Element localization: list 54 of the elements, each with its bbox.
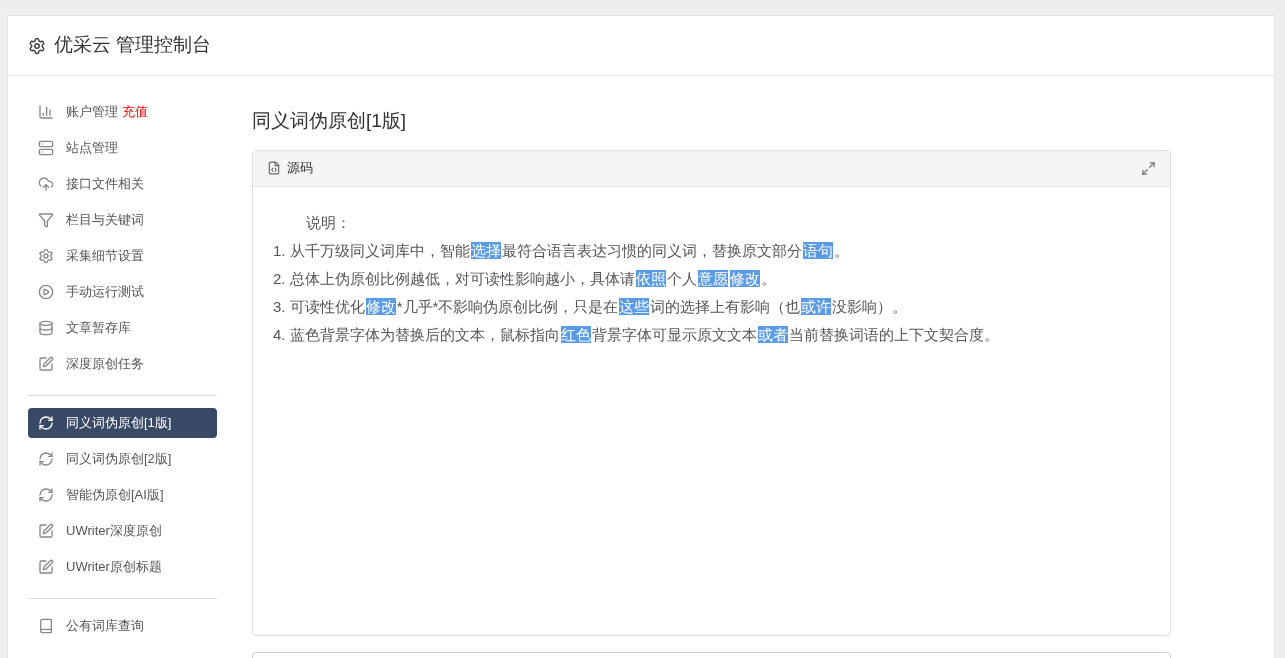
sidebar-item[interactable]: 账户管理 充值 [28, 97, 217, 127]
sidebar-label: 文章暂存库 [66, 319, 131, 338]
book-icon [38, 618, 54, 634]
sidebar-item[interactable]: UWriter原创标题 [28, 552, 217, 582]
refresh-icon [38, 487, 54, 503]
edit-icon [38, 356, 54, 372]
refresh-icon [38, 415, 54, 431]
filter-icon [38, 212, 54, 228]
panel-title: 源码 [287, 159, 313, 178]
sidebar-item[interactable]: 深度原创任务 [28, 349, 217, 379]
sidebar-label: 站点管理 [66, 139, 118, 158]
sidebar-label: UWriter原创标题 [66, 558, 162, 577]
play-icon [38, 284, 54, 300]
edit-icon [38, 523, 54, 539]
sidebar-item[interactable]: 接口文件相关 [28, 169, 217, 199]
sidebar-item[interactable]: 站点管理 [28, 133, 217, 163]
sidebar-item[interactable]: UWriter深度原创 [28, 516, 217, 546]
sidebar-item[interactable]: 公有词库查询 [28, 611, 217, 641]
console-title: 优采云 管理控制台 [54, 33, 212, 58]
gear-icon [38, 248, 54, 264]
description-line: 2. 总体上伪原创比例越低，对可读性影响越小，具体请依照个人意愿修改。 [273, 268, 776, 289]
description-line: 4. 蓝色背景字体为替换后的文本，鼠标指向红色背景字体可显示原文文本或者当前替换词语的上下文契合度。 [273, 324, 999, 345]
sidebar-label: 智能伪原创[AI版] [66, 486, 164, 505]
description-heading: 说明： [305, 212, 351, 233]
page-title: 同义词伪原创[1版] [252, 109, 408, 133]
sidebar-label: 同义词伪原创[2版] [66, 450, 172, 469]
sidebar-item[interactable]: 采集细节设置 [28, 241, 217, 271]
cloud-upload-icon [38, 176, 54, 192]
sidebar-label: 栏目与关键词 [66, 211, 144, 230]
sidebar-item[interactable]: 栏目与关键词 [28, 205, 217, 235]
recharge-link[interactable]: 充值 [122, 102, 148, 122]
sidebar-label: UWriter深度原创 [66, 522, 162, 541]
sidebar-label: 手动运行测试 [66, 283, 144, 302]
sidebar-label: 深度原创任务 [66, 355, 144, 374]
sidebar-label: 公有词库查询 [66, 617, 144, 636]
settings-icon [28, 36, 46, 55]
expand-icon[interactable] [1141, 160, 1156, 176]
sidebar-item[interactable]: 手动运行测试 [28, 277, 217, 307]
sidebar-item[interactable]: 同义词伪原创[1版] [28, 408, 217, 438]
description-line: 1. 从千万级同义词库中，智能选择最符合语言表达习惯的同义词，替换原文部分语句。 [273, 240, 849, 261]
sidebar-label: 采集细节设置 [66, 247, 144, 266]
database-icon [38, 320, 54, 336]
sidebar-item[interactable]: 同义词伪原创[2版] [28, 444, 217, 474]
refresh-icon [38, 451, 54, 467]
sidebar-label: 接口文件相关 [66, 175, 144, 194]
server-icon [38, 140, 54, 156]
sidebar-item[interactable]: 智能伪原创[AI版] [28, 480, 217, 510]
sidebar-item[interactable]: 文章暂存库 [28, 313, 217, 343]
description-line: 3. 可读性优化修改*几乎*不影响伪原创比例，只是在这些词的选择上有影响（也或许没影响）。 [273, 296, 908, 317]
sidebar-label: 账户管理 [66, 103, 118, 122]
bar-chart-icon [38, 104, 54, 120]
code-file-icon [267, 161, 281, 175]
edit-icon [38, 559, 54, 575]
sidebar-label: 同义词伪原创[1版] [66, 414, 172, 433]
